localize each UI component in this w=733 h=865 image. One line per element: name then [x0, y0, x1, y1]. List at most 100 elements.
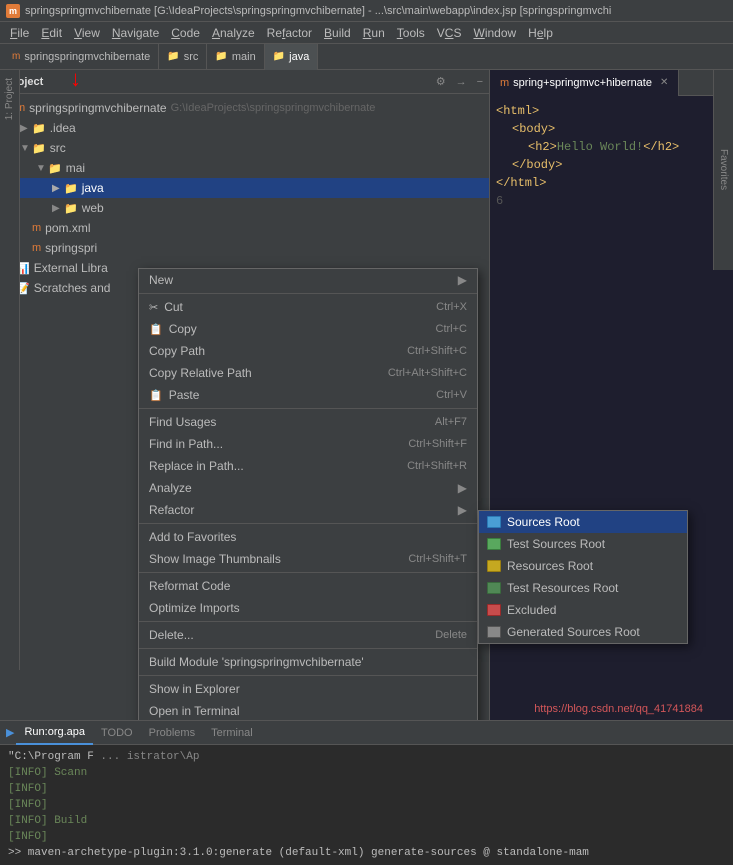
ctx-copy[interactable]: 📋Copy Ctrl+C: [139, 318, 477, 340]
menu-refactor[interactable]: Refactor: [261, 24, 318, 42]
src-folder-icon2: 📁: [32, 142, 46, 155]
submenu-generated-sources[interactable]: Generated Sources Root: [479, 621, 687, 643]
bottom-tab-todo[interactable]: TODO: [93, 721, 141, 745]
bottom-terminal-label: Terminal: [211, 727, 253, 739]
ctx-find-usages[interactable]: Find Usages Alt+F7: [139, 411, 477, 433]
breadcrumb-java[interactable]: 📁 java: [265, 44, 319, 70]
tree-idea[interactable]: ▶ 📁 .idea: [0, 118, 489, 138]
main-folder-icon: 📁: [215, 51, 227, 62]
ctx-cut[interactable]: ✂Cut Ctrl+X: [139, 296, 477, 318]
ctx-analyze-arrow: ▶: [458, 481, 467, 495]
toolbar-minus-icon[interactable]: −: [477, 76, 483, 88]
code-line-3: <h2>Hello World!</h2>: [496, 138, 727, 156]
ctx-copy-path[interactable]: Copy Path Ctrl+Shift+C: [139, 340, 477, 362]
ctx-findinpath-label: Find in Path...: [149, 437, 223, 451]
ctx-find-in-path[interactable]: Find in Path... Ctrl+Shift+F: [139, 433, 477, 455]
mai-folder-icon: 📁: [48, 162, 62, 175]
ctx-analyze-label: Analyze: [149, 481, 192, 495]
sources-root-icon: [487, 516, 501, 528]
submenu-generated-label: Generated Sources Root: [507, 625, 640, 639]
ctx-copy-relative[interactable]: Copy Relative Path Ctrl+Alt+Shift+C: [139, 362, 477, 384]
ctx-sep-7: [139, 675, 477, 676]
console-line-4: [INFO] Build: [8, 813, 725, 829]
submenu-test-sources-root[interactable]: Test Sources Root: [479, 533, 687, 555]
ctx-show-explorer[interactable]: Show in Explorer: [139, 678, 477, 700]
ctx-analyze[interactable]: Analyze ▶: [139, 477, 477, 499]
ctx-build-module[interactable]: Build Module 'springspringmvchibernate': [139, 651, 477, 673]
menu-run[interactable]: Run: [357, 24, 391, 42]
ctx-open-terminal[interactable]: Open in Terminal: [139, 700, 477, 720]
menu-vcs[interactable]: VCS: [431, 24, 468, 42]
submenu-test-resources-root[interactable]: Test Resources Root: [479, 577, 687, 599]
bottom-tab-terminal[interactable]: Terminal: [203, 721, 261, 745]
right-strip: Favorites: [713, 70, 733, 270]
run-icon: ▶: [6, 726, 14, 739]
ctx-delete[interactable]: Delete... Delete: [139, 624, 477, 646]
ctx-sep-2: [139, 408, 477, 409]
ctx-buildmod-label: Build Module 'springspringmvchibernate': [149, 655, 364, 669]
ctx-refactor-label: Refactor: [149, 503, 194, 517]
favorites-strip-label[interactable]: Favorites: [716, 145, 731, 194]
menu-code[interactable]: Code: [165, 24, 206, 42]
ctx-optimize[interactable]: Optimize Imports: [139, 597, 477, 619]
ctx-paste[interactable]: 📋Paste Ctrl+V: [139, 384, 477, 406]
console-line-6: >> maven-archetype-plugin:3.1.0:generate…: [8, 845, 725, 861]
tree-pom[interactable]: ▶ m pom.xml: [0, 218, 489, 238]
bottom-tab-bar: ▶ Run: org.apa TODO Problems Terminal: [0, 721, 733, 745]
toolbar-settings-icon[interactable]: ⚙: [436, 75, 446, 88]
ctx-thumbnails-shortcut: Ctrl+Shift+T: [408, 553, 467, 565]
context-menu: New ▶ ✂Cut Ctrl+X 📋Copy Ctrl+C Copy Path…: [138, 268, 478, 720]
tree-src[interactable]: ▼ 📁 src: [0, 138, 489, 158]
code-line-2: <body>: [496, 120, 727, 138]
menu-file[interactable]: File: [4, 24, 35, 42]
menu-navigate[interactable]: Navigate: [106, 24, 165, 42]
console-line-2: [INFO]: [8, 781, 725, 797]
ctx-add-favorites[interactable]: Add to Favorites: [139, 526, 477, 548]
submenu-sources-root[interactable]: Sources Root: [479, 511, 687, 533]
bottom-tab-problems[interactable]: Problems: [141, 721, 203, 745]
menu-tools[interactable]: Tools: [391, 24, 431, 42]
submenu-excluded[interactable]: Excluded: [479, 599, 687, 621]
submenu-testsources-label: Test Sources Root: [507, 537, 605, 551]
menu-build[interactable]: Build: [318, 24, 357, 42]
tree-springspri[interactable]: ▶ m springspri: [0, 238, 489, 258]
pom-file-icon: m: [32, 222, 41, 234]
toolbar-arrow-icon[interactable]: →: [456, 76, 467, 88]
breadcrumb-src[interactable]: 📁 src: [159, 44, 207, 70]
editor-close-icon[interactable]: ✕: [660, 77, 668, 88]
menu-view[interactable]: View: [68, 24, 106, 42]
ctx-replace-in-path[interactable]: Replace in Path... Ctrl+Shift+R: [139, 455, 477, 477]
menu-help[interactable]: Help: [522, 24, 559, 42]
tree-root-path: G:\IdeaProjects\springspringmvchibernate: [171, 102, 376, 114]
tree-arrow-web: ▶: [52, 203, 64, 214]
ctx-refactor[interactable]: Refactor ▶: [139, 499, 477, 521]
console-line-3: [INFO]: [8, 797, 725, 813]
strip-project-label[interactable]: 1: Project: [2, 74, 17, 124]
resources-icon: [487, 560, 501, 572]
tree-web[interactable]: ▶ 📁 web: [0, 198, 489, 218]
tree-root[interactable]: ▼ m springspringmvchibernate G:\IdeaProj…: [0, 98, 489, 118]
editor-tab-spring[interactable]: m spring+springmvc+hibernate ✕: [490, 70, 679, 96]
ctx-delete-shortcut: Delete: [435, 629, 467, 641]
tree-src-label: src: [50, 141, 66, 155]
menu-edit[interactable]: Edit: [35, 24, 68, 42]
menu-window[interactable]: Window: [467, 24, 522, 42]
tree-mai[interactable]: ▼ 📁 mai: [0, 158, 489, 178]
idea-folder-icon: 📁: [32, 122, 46, 135]
breadcrumb-project[interactable]: m springspringmvchibernate: [4, 44, 159, 70]
ctx-show-thumbnails[interactable]: Show Image Thumbnails Ctrl+Shift+T: [139, 548, 477, 570]
submenu-resources-root[interactable]: Resources Root: [479, 555, 687, 577]
bottom-tab-run[interactable]: Run: org.apa: [16, 721, 93, 745]
ctx-openterminal-label: Open in Terminal: [149, 704, 240, 718]
tree-arrow-mai: ▼: [36, 163, 48, 174]
menu-analyze[interactable]: Analyze: [206, 24, 261, 42]
ctx-sep-5: [139, 621, 477, 622]
bottom-run-label: Run:: [24, 726, 47, 738]
ctx-new[interactable]: New ▶: [139, 269, 477, 291]
tree-arrow-idea: ▶: [20, 123, 32, 134]
breadcrumb-main[interactable]: 📁 main: [207, 44, 264, 70]
submenu-excluded-label: Excluded: [507, 603, 556, 617]
ctx-reformat[interactable]: Reformat Code: [139, 575, 477, 597]
tree-java[interactable]: ▶ 📁 java ↓: [0, 178, 489, 198]
editor-file-icon: m: [500, 77, 509, 89]
